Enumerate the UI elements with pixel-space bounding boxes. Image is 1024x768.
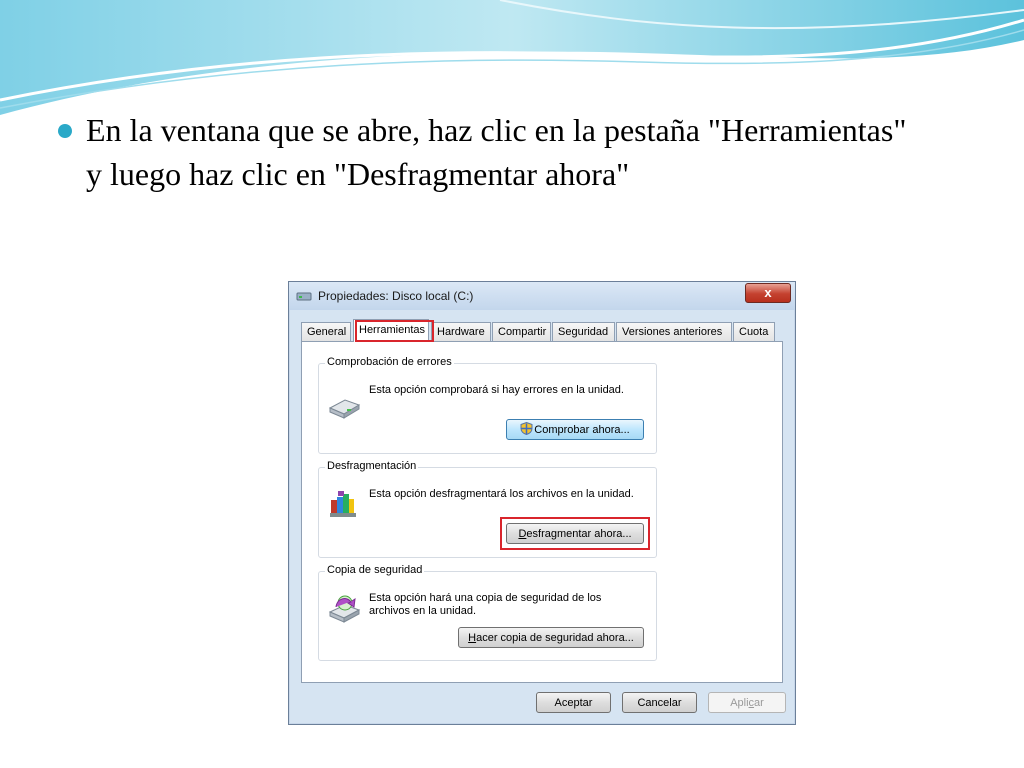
defrag-highlight-box <box>500 517 650 550</box>
group-title: Copia de seguridad <box>325 564 425 576</box>
instruction-text: En la ventana que se abre, haz clic en l… <box>86 112 907 192</box>
ok-button[interactable]: Aceptar <box>536 692 611 713</box>
group-title: Desfragmentación <box>325 460 419 472</box>
backup-now-label: acer copia de seguridad ahora... <box>476 632 634 644</box>
dialog-title: Propiedades: Disco local (C:) <box>318 289 474 303</box>
tab-general[interactable]: General <box>301 322 351 341</box>
defrag-description: Esta opción desfragmentará los archivos … <box>369 488 634 500</box>
cancel-button[interactable]: Cancelar <box>622 692 697 713</box>
error-checking-description: Esta opción comprobará si hay errores en… <box>369 384 624 396</box>
tab-highlight-box <box>355 320 434 342</box>
backup-now-button[interactable]: Hacer copia de seguridad ahora... <box>458 627 644 648</box>
group-title: Comprobación de errores <box>325 356 454 368</box>
tools-panel: Comprobación de errores Esta opción comp… <box>301 341 783 683</box>
apply-label-prefix: Apli <box>730 697 749 709</box>
backup-description: Esta opción hará una copia de seguridad … <box>369 592 602 617</box>
hard-drive-icon <box>328 399 361 419</box>
tab-hardware[interactable]: Hardware <box>431 322 491 341</box>
tab-compartir[interactable]: Compartir <box>492 322 551 341</box>
apply-button[interactable]: Aplicar <box>708 692 786 713</box>
properties-dialog: Propiedades: Disco local (C:) x General … <box>288 281 796 725</box>
close-button[interactable]: x <box>745 283 791 303</box>
apply-label-suffix: ar <box>754 697 764 709</box>
check-now-label: Comprobar ahora... <box>534 424 630 436</box>
defrag-group: Desfragmentación Esta opción desfragment… <box>318 460 657 558</box>
drive-icon <box>296 292 312 301</box>
bullet-point-icon <box>58 124 72 138</box>
tab-cuota[interactable]: Cuota <box>733 322 775 341</box>
shield-icon <box>520 421 533 436</box>
backup-icon <box>328 595 361 623</box>
error-checking-group: Comprobación de errores Esta opción comp… <box>318 356 657 454</box>
tab-versiones-anteriores[interactable]: Versiones anteriores <box>616 322 732 341</box>
tab-seguridad[interactable]: Seguridad <box>552 322 615 341</box>
defrag-icon <box>330 491 356 517</box>
check-now-button[interactable]: Comprobar ahora... <box>506 419 644 440</box>
backup-now-accesskey: H <box>468 632 477 644</box>
title-bar[interactable]: Propiedades: Disco local (C:) x <box>289 282 795 310</box>
backup-group: Copia de seguridad Esta opción hará una … <box>318 564 657 661</box>
